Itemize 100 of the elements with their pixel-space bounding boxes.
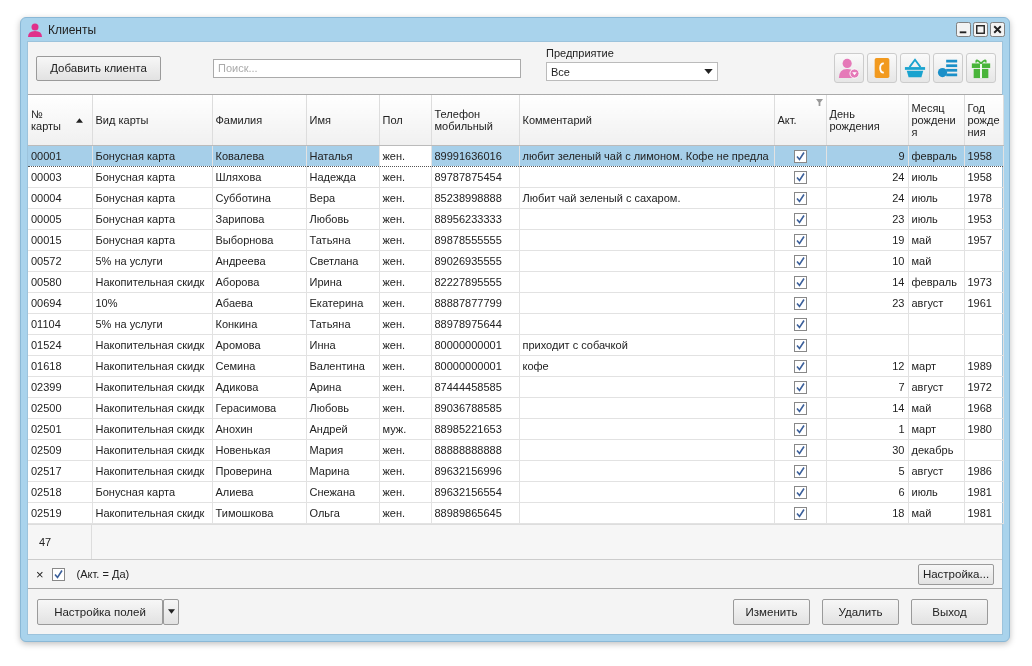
table-cell: май — [911, 402, 932, 414]
checkbox[interactable] — [793, 317, 807, 331]
close-icon[interactable] — [990, 22, 1005, 37]
table-row[interactable]: 02518 Бонусная карта Алиева Снежана жен. 89632156554 6 июль 1981 — [28, 481, 1003, 503]
checkbox[interactable] — [793, 380, 807, 394]
basket-icon[interactable] — [900, 53, 930, 83]
maximize-icon[interactable] — [973, 22, 988, 37]
table-cell: Выборнова — [215, 234, 274, 246]
field-settings-button[interactable]: Настройка полей — [37, 598, 163, 625]
table-cell: Ольга — [309, 507, 340, 519]
table-row[interactable]: 00580 Накопительная скидк Аборова Ирина жен. 82227895555 14 февраль 1973 — [28, 271, 1003, 293]
table-cell: 89632156996 — [434, 465, 502, 477]
table-cell: Татьяна — [309, 318, 351, 330]
checkbox[interactable] — [793, 359, 807, 373]
table-cell: август — [911, 465, 944, 477]
table-row[interactable]: 00004 Бонусная карта Субботина Вера жен. 85238998888 Любит чай зеленый с сахаром. 24 июль 1978 — [28, 187, 1003, 209]
table-cell: 1958 — [967, 150, 992, 162]
search-field[interactable]: Поиск... — [213, 58, 521, 78]
column-header[interactable]: Год рождения — [964, 95, 1003, 146]
person-icon — [27, 22, 43, 37]
table-row[interactable]: 02519 Накопительная скидк Тимошкова Ольга жен. 88989865645 18 май 1981 — [28, 502, 1003, 524]
table-cell: жен. — [382, 402, 406, 414]
company-dropdown[interactable]: Все — [546, 62, 718, 81]
checkbox[interactable] — [793, 422, 807, 436]
column-header[interactable]: Месяц рождения — [908, 95, 964, 146]
checkbox[interactable] — [793, 254, 807, 268]
table-row[interactable]: 00005 Бонусная карта Зарипова Любовь жен. 88956233333 23 июль 1953 — [28, 208, 1003, 230]
checkbox[interactable] — [793, 233, 807, 247]
table-cell: жен. — [382, 444, 406, 456]
coins-icon[interactable] — [933, 53, 963, 83]
table-cell: Накопительная скидк — [95, 276, 205, 288]
table-cell: муж. — [382, 423, 407, 435]
table-row[interactable]: 02399 Накопительная скидк Адикова Арина жен. 87444458585 7 август 1972 — [28, 376, 1003, 398]
filter-icon — [815, 99, 823, 106]
delete-button[interactable]: Удалить — [822, 598, 899, 625]
checkbox[interactable] — [793, 401, 807, 415]
table-cell: 1986 — [967, 465, 992, 477]
table-row[interactable]: 00015 Бонусная карта Выборнова Татьяна жен. 89878555555 19 май 1957 — [28, 229, 1003, 251]
checkbox[interactable] — [793, 338, 807, 352]
table-row[interactable]: 01524 Накопительная скидк Аромова Инна жен. 80000000001 приходит с собачкой — [28, 334, 1003, 356]
table-row[interactable]: 02500 Накопительная скидк Герасимова Любовь жен. 89036788585 14 май 1968 — [28, 397, 1003, 419]
table-cell: Адикова — [215, 381, 259, 393]
exit-button[interactable]: Выход — [911, 598, 988, 625]
column-header[interactable]: Фамилия — [212, 95, 306, 146]
checkbox[interactable] — [793, 506, 807, 520]
column-header[interactable]: Вид карты — [92, 95, 212, 146]
table-cell: Любовь — [309, 213, 349, 225]
table-cell: Инна — [309, 339, 336, 351]
table-cell: Анохин — [215, 423, 253, 435]
table-cell: 10% — [95, 297, 118, 309]
table-row[interactable]: 02509 Накопительная скидк Новенькая Мария жен. 88888888888 30 декабрь — [28, 439, 1003, 461]
table-cell: 01524 — [31, 339, 62, 351]
settings-button[interactable]: Настройка... — [918, 563, 994, 585]
add-client-button[interactable]: Добавить клиента — [36, 55, 161, 81]
column-header[interactable]: Комментарий — [519, 95, 774, 146]
column-header[interactable]: Телефон мобильный — [431, 95, 519, 146]
checkbox[interactable] — [793, 275, 807, 289]
minimize-icon[interactable] — [956, 22, 971, 37]
checkbox[interactable] — [793, 212, 807, 226]
table-cell: Накопительная скидк — [95, 339, 205, 351]
checkbox[interactable] — [793, 191, 807, 205]
table-cell: 89632156554 — [434, 486, 502, 498]
table-row[interactable]: 02517 Накопительная скидк Проверина Марина жен. 89632156996 5 август 1986 — [28, 460, 1003, 482]
checkbox[interactable] — [793, 464, 807, 478]
table-cell: 1961 — [967, 297, 992, 309]
person-icon[interactable] — [834, 53, 864, 83]
table-cell: Надежда — [309, 171, 356, 183]
table-cell: 7 — [898, 381, 905, 393]
checkbox[interactable] — [793, 170, 807, 184]
table-row[interactable]: 00001 Бонусная карта Ковалева Наталья жен. 89991636016 любит зеленый чай с лимоном. Кофе не предла 9 февраль 1958 — [28, 145, 1003, 167]
checkbox[interactable] — [793, 443, 807, 457]
checkbox[interactable] — [51, 567, 65, 581]
column-header[interactable]: Имя — [306, 95, 379, 146]
checkbox[interactable] — [793, 296, 807, 310]
checkbox[interactable] — [793, 485, 807, 499]
table-cell: декабрь — [911, 444, 954, 456]
clear-filter-button[interactable]: × — [36, 566, 44, 582]
dropdown-button[interactable] — [163, 598, 179, 625]
table-row[interactable]: 01618 Накопительная скидк Семина Валентина жен. 80000000001 кофе 12 март 1989 — [28, 355, 1003, 377]
table-cell: 12 — [892, 360, 905, 372]
table-row[interactable]: 00572 5% на услуги Андреева Светлана жен. 89026935555 10 май — [28, 250, 1003, 272]
table-cell: Семина — [215, 360, 256, 372]
table-cell: май — [911, 234, 932, 246]
table-cell: жен. — [382, 465, 406, 477]
column-header[interactable]: День рождения — [826, 95, 908, 146]
table-row[interactable]: 02501 Накопительная скидк Анохин Андрей муж. 88985221653 1 март 1980 — [28, 418, 1003, 440]
table-cell: 00001 — [31, 150, 62, 162]
table-cell: 1968 — [967, 402, 992, 414]
table-cell: Накопительная скидк — [95, 402, 205, 414]
table-row[interactable]: 00694 10% Абаева Екатерина жен. 88887877799 23 август 1961 — [28, 292, 1003, 314]
table-cell: 00694 — [31, 297, 62, 309]
table-row[interactable]: 01104 5% на услуги Конкина Татьяна жен. 88978975644 — [28, 313, 1003, 335]
table-cell: 23 — [892, 297, 905, 309]
table-cell: Бонусная карта — [95, 171, 176, 183]
column-header[interactable]: Акт. — [774, 95, 826, 146]
edit-button[interactable]: Изменить — [733, 598, 810, 625]
table-row[interactable]: 00003 Бонусная карта Шляхова Надежда жен. 89787875454 24 июль 1958 — [28, 166, 1003, 188]
column-header[interactable]: № карты — [28, 95, 92, 146]
checkbox[interactable] — [793, 149, 807, 163]
column-header[interactable]: Пол — [379, 95, 431, 146]
